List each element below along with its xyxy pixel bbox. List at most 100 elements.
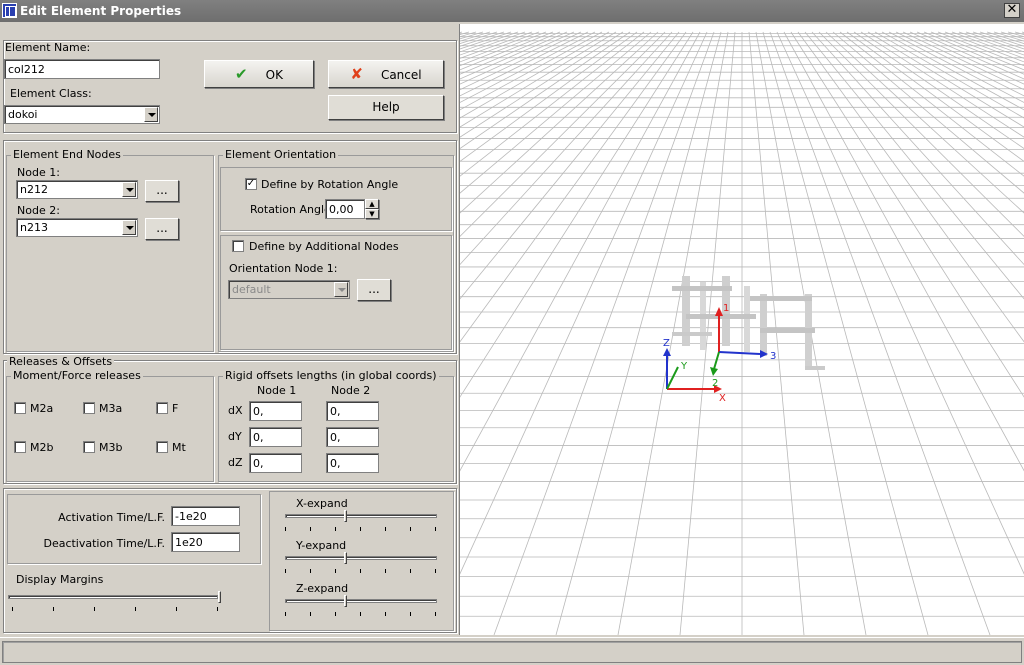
activation-time-input[interactable]: -1e20 xyxy=(171,506,240,526)
x-expand-slider-thumb[interactable] xyxy=(344,510,347,522)
grid-line xyxy=(460,31,659,214)
grid-line xyxy=(958,31,1024,56)
release-m3a-checkbox[interactable] xyxy=(83,402,95,414)
y-expand-slider-track[interactable] xyxy=(285,556,437,560)
grid-line xyxy=(895,31,1024,97)
grid-line xyxy=(930,31,1024,71)
ok-label: OK xyxy=(265,68,283,82)
close-button[interactable]: ✕ xyxy=(1004,3,1020,18)
node1-value: n212 xyxy=(20,183,48,196)
release-mt-label: Mt xyxy=(172,441,186,454)
grid-line xyxy=(811,31,1024,266)
orientation-node-browse-label: ... xyxy=(368,282,380,296)
dz-node2-input[interactable]: 0, xyxy=(326,453,379,473)
chevron-down-icon xyxy=(122,220,136,235)
beam xyxy=(750,296,812,301)
slider-tick xyxy=(217,607,218,611)
rotation-angle-input[interactable]: 0,00 xyxy=(325,199,365,219)
ground-grid xyxy=(460,31,1024,635)
define-by-angle-label: Define by Rotation Angle xyxy=(261,178,399,191)
grid-line xyxy=(909,31,1024,85)
node1-browse-button[interactable]: ... xyxy=(145,180,179,202)
dx-node1-input[interactable]: 0, xyxy=(249,401,302,421)
release-m3b-checkbox[interactable] xyxy=(83,441,95,453)
define-by-angle-checkbox[interactable]: ✓ xyxy=(245,178,257,190)
grid-line xyxy=(923,31,1024,75)
end-nodes-title: Element End Nodes xyxy=(11,148,123,161)
cancel-x-icon: ✘ xyxy=(350,65,363,83)
grid-line xyxy=(902,31,1024,91)
dz-node1-input[interactable]: 0, xyxy=(249,453,302,473)
release-mt-checkbox[interactable] xyxy=(156,441,168,453)
spin-down-icon[interactable]: ▼ xyxy=(365,209,379,219)
grid-line xyxy=(860,31,1024,138)
grid-line xyxy=(832,31,1024,194)
help-button[interactable]: Help xyxy=(328,95,444,120)
node1-browse-label: ... xyxy=(156,183,168,197)
define-by-nodes-label: Define by Additional Nodes xyxy=(249,240,399,253)
node2-select[interactable]: n213 xyxy=(16,218,138,237)
x-expand-slider-track[interactable] xyxy=(285,514,437,518)
element-class-select[interactable]: dokoi xyxy=(4,105,160,124)
column xyxy=(760,294,767,356)
z-expand-slider-thumb[interactable] xyxy=(344,595,347,607)
spin-up-icon[interactable]: ▲ xyxy=(365,199,379,209)
grid-line xyxy=(1000,31,1024,40)
grid-line xyxy=(460,31,673,266)
dy-label: dY xyxy=(228,430,242,443)
release-m2b-checkbox[interactable] xyxy=(14,441,26,453)
axis-label-z: Z xyxy=(663,338,670,349)
grid-line xyxy=(460,31,526,56)
display-margins-label: Display Margins xyxy=(16,573,104,586)
grid-line xyxy=(460,31,463,33)
x-expand-ticks xyxy=(285,527,437,531)
node1-select[interactable]: n212 xyxy=(16,180,138,199)
cancel-button[interactable]: ✘ Cancel xyxy=(328,60,444,88)
beam xyxy=(672,332,712,336)
z-expand-slider-track[interactable] xyxy=(285,599,437,603)
rigid-node2-header: Node 2 xyxy=(331,384,371,397)
y-expand-ticks xyxy=(285,569,437,573)
orientation-node-browse-button[interactable]: ... xyxy=(357,279,391,301)
chevron-down-icon xyxy=(144,107,158,122)
grid-line xyxy=(460,31,575,85)
dx-label: dX xyxy=(228,404,243,417)
rigid-node1-header: Node 1 xyxy=(257,384,297,397)
element-name-label: Element Name: xyxy=(5,41,91,54)
grid-line xyxy=(769,31,991,635)
axis-label-1: 1 xyxy=(723,303,729,314)
rotation-angle-spinner[interactable]: ▲ ▼ xyxy=(365,199,379,219)
deactivation-time-input[interactable]: 1e20 xyxy=(171,532,240,552)
element-class-value: dokoi xyxy=(8,108,38,121)
grid-line xyxy=(951,31,1024,59)
structure-model xyxy=(672,276,825,370)
chevron-down-icon xyxy=(334,282,348,297)
check-icon: ✔ xyxy=(235,65,248,83)
display-margins-slider-track[interactable] xyxy=(8,595,218,599)
grid-line xyxy=(825,31,1024,214)
dy-node2-input[interactable]: 0, xyxy=(326,427,379,447)
grid-line xyxy=(460,31,701,472)
dy-node1-input[interactable]: 0, xyxy=(249,427,302,447)
release-m2a-checkbox[interactable] xyxy=(14,402,26,414)
ok-button[interactable]: ✔ OK xyxy=(204,60,314,88)
node2-browse-label: ... xyxy=(156,221,168,235)
slider-tick xyxy=(94,607,95,611)
node2-browse-button[interactable]: ... xyxy=(145,218,179,240)
y-expand-slider-thumb[interactable] xyxy=(344,552,347,564)
orientation-node-select[interactable]: default xyxy=(228,280,350,299)
chevron-down-icon xyxy=(122,182,136,197)
element-name-input[interactable]: col212 xyxy=(4,59,160,79)
grid-line xyxy=(460,31,554,71)
define-by-nodes-checkbox[interactable] xyxy=(232,240,244,252)
app-icon xyxy=(2,3,17,18)
status-bar-field xyxy=(2,641,1022,663)
release-f-checkbox[interactable] xyxy=(156,402,168,414)
rigid-offsets-title: Rigid offsets lengths (in global coords) xyxy=(223,369,439,382)
display-margins-slider-thumb[interactable] xyxy=(218,591,221,603)
3d-viewport[interactable]: X Y Z 1 2 3 xyxy=(459,24,1024,635)
viewport-canvas[interactable]: X Y Z 1 2 3 xyxy=(460,24,1024,635)
x-expand-label: X-expand xyxy=(296,497,348,510)
window-title: Edit Element Properties xyxy=(20,4,182,18)
dx-node2-input[interactable]: 0, xyxy=(326,401,379,421)
